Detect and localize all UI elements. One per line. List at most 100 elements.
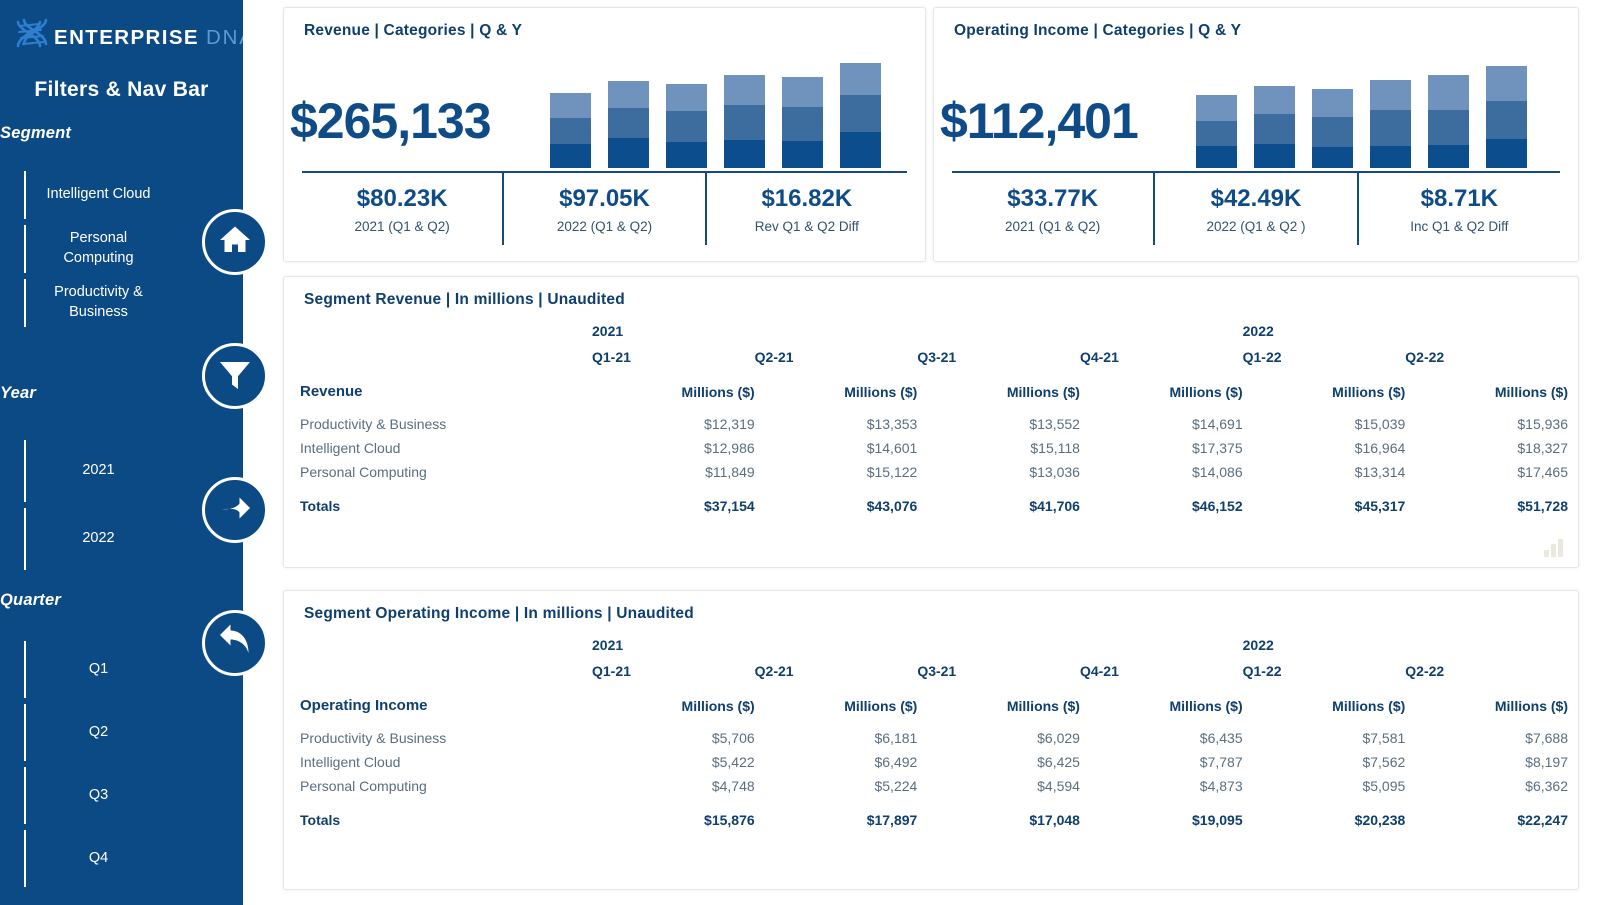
quarter-header[interactable]: Q2-21 [755, 663, 918, 697]
quarter-header[interactable]: Q1-21 [592, 663, 755, 697]
kpi-sub-2021[interactable]: $33.77K 2021 (Q1 & Q2) [952, 173, 1153, 245]
brand-name-primary: ENTERPRISE [54, 25, 199, 49]
bar-q1-22[interactable] [782, 77, 823, 168]
bar-seg-productivity [1312, 89, 1353, 117]
quarter-header[interactable]: Q1-22 [1243, 349, 1406, 383]
focus-mode-icon[interactable] [1544, 537, 1566, 557]
bar-q4-21[interactable] [1370, 80, 1411, 168]
quarter-slicer[interactable]: Q1 Q2 Q3 Q4 [24, 638, 169, 890]
slicer-item-label: Intelligent Cloud [46, 186, 151, 203]
table-row[interactable]: Intelligent Cloud $5,422 $6,492 $6,425 $… [292, 750, 1568, 774]
bar-q3-21[interactable] [1312, 89, 1353, 168]
cell: $14,601 [866, 440, 918, 456]
slicer-item-q2[interactable]: Q2 [24, 701, 169, 764]
revenue-stacked-bar-chart[interactable] [550, 40, 881, 168]
cell: $16,964 [1354, 440, 1406, 456]
slicer-item-intelligent-cloud[interactable]: Intelligent Cloud [24, 168, 169, 222]
kpi-sub-diff[interactable]: $16.82K Rev Q1 & Q2 Diff [704, 173, 907, 245]
slicer-item-2021[interactable]: 2021 [24, 437, 169, 505]
kpi-sub-value: $80.23K [356, 184, 448, 212]
quarter-header[interactable]: Q4-21 [1080, 663, 1243, 697]
slicer-item-q1[interactable]: Q1 [24, 638, 169, 701]
bar-seg-intelligent-cloud [1370, 109, 1411, 146]
kpi-card-operating-income: Operating Income | Categories | Q & Y $1… [933, 7, 1579, 262]
table-row[interactable]: Intelligent Cloud $12,986 $14,601 $15,11… [292, 436, 1568, 460]
unit-header: Millions ($) [1332, 697, 1406, 714]
cell: $13,552 [1029, 416, 1080, 432]
bar-q2-22[interactable] [840, 63, 881, 168]
table-row[interactable]: Productivity & Business $5,706 $6,181 $6… [292, 726, 1568, 750]
nav-filter-button[interactable] [202, 343, 268, 409]
kpi-sub-2022[interactable]: $97.05K 2022 (Q1 & Q2) [502, 173, 704, 245]
quarter-header[interactable]: Q4-21 [1080, 349, 1243, 383]
bar-seg-personal-computing [724, 139, 765, 168]
quarter-header[interactable]: Q2-22 [1405, 663, 1568, 697]
kpi-sub-label: Inc Q1 & Q2 Diff [1410, 218, 1509, 234]
spacer-cell [292, 323, 592, 349]
bar-q1-22[interactable] [1428, 75, 1469, 168]
kpi-sub-2021[interactable]: $80.23K 2021 (Q1 & Q2) [302, 173, 502, 245]
year-slicer[interactable]: 2021 2022 [24, 437, 169, 573]
kpi-sub-diff[interactable]: $8.71K Inc Q1 & Q2 Diff [1356, 173, 1560, 245]
total-cell: $37,154 [704, 498, 755, 514]
bar-seg-intelligent-cloud [1312, 116, 1353, 147]
quarter-header[interactable]: Q2-21 [755, 349, 918, 383]
nav-back-button[interactable] [202, 610, 268, 676]
kpi-sub-2022[interactable]: $42.49K 2022 (Q1 & Q2 ) [1153, 173, 1356, 245]
slicer-item-q3[interactable]: Q3 [24, 764, 169, 827]
slicer-item-q4[interactable]: Q4 [24, 827, 169, 890]
bar-q2-21[interactable] [608, 81, 649, 168]
bar-seg-personal-computing [840, 132, 881, 168]
segment-revenue-table[interactable]: 2021 2022 Q1-21 Q2-21 Q3-21 Q4-21 Q1-22 [292, 323, 1568, 514]
kpi-sub-value: $8.71K [1420, 184, 1499, 212]
spacer-cell [755, 637, 918, 663]
kpi-card-title: Operating Income | Categories | Q & Y [954, 22, 1242, 39]
nav-home-button[interactable] [202, 209, 268, 275]
table-quarter-header-row: Q1-21 Q2-21 Q3-21 Q4-21 Q1-22 Q2-22 [292, 663, 1568, 697]
filter-group-label-year: Year [0, 384, 36, 402]
bar-q1-21[interactable] [1196, 95, 1237, 168]
spacer-cell [917, 323, 1080, 349]
kpi-sub-value: $97.05K [559, 184, 650, 212]
bar-q1-21[interactable] [550, 93, 591, 168]
table-title: Segment Operating Income | In millions |… [304, 605, 694, 622]
total-cell: $20,238 [1354, 812, 1406, 828]
bar-seg-intelligent-cloud [840, 95, 881, 133]
bar-q4-21[interactable] [724, 75, 765, 168]
bar-q3-21[interactable] [666, 84, 707, 168]
table-unit-header-row: Operating Income Millions ($) Millions (… [292, 697, 1568, 726]
kpi-sub-label: 2021 (Q1 & Q2) [1005, 218, 1101, 234]
slicer-tick [24, 225, 26, 273]
unit-header: Millions ($) [1006, 383, 1080, 400]
quarter-header[interactable]: Q2-22 [1405, 349, 1568, 383]
table-row[interactable]: Personal Computing $4,748 $5,224 $4,594 … [292, 774, 1568, 798]
slicer-item-personal-computing[interactable]: Personal Computing [24, 222, 169, 276]
segment-operating-income-table[interactable]: 2021 2022 Q1-21 Q2-21 Q3-21 Q4-21 Q1-22 [292, 637, 1568, 828]
segment-slicer[interactable]: Intelligent Cloud Personal Computing Pro… [24, 168, 169, 330]
bar-q2-22[interactable] [1486, 66, 1527, 168]
table-row[interactable]: Personal Computing $11,849 $15,122 $13,0… [292, 460, 1568, 484]
slicer-item-productivity-business[interactable]: Productivity & Business [24, 276, 169, 330]
slicer-item-label: Q2 [88, 723, 109, 740]
quarter-header[interactable]: Q3-21 [917, 663, 1080, 697]
slicer-item-2022[interactable]: 2022 [24, 505, 169, 573]
table-row-header-label: Operating Income [300, 697, 428, 714]
cell: $6,492 [874, 754, 918, 770]
quarter-header[interactable]: Q3-21 [917, 349, 1080, 383]
filter-group-label-quarter: Quarter [0, 591, 62, 609]
cell: $7,562 [1362, 754, 1406, 770]
bar-seg-intelligent-cloud [1254, 114, 1295, 145]
operating-income-stacked-bar-chart[interactable] [1196, 40, 1527, 168]
nav-forward-button[interactable] [202, 477, 268, 543]
quarter-header[interactable]: Q1-21 [592, 349, 755, 383]
cell: $15,936 [1517, 416, 1568, 432]
cell: $7,787 [1199, 754, 1243, 770]
spacer-cell [292, 349, 592, 383]
bar-q2-21[interactable] [1254, 86, 1295, 168]
table-row[interactable]: Productivity & Business $12,319 $13,353 … [292, 412, 1568, 436]
bar-seg-intelligent-cloud [1486, 101, 1527, 139]
cell: $15,039 [1354, 416, 1406, 432]
quarter-header[interactable]: Q1-22 [1243, 663, 1406, 697]
kpi-card-title: Revenue | Categories | Q & Y [304, 22, 523, 39]
cell: $7,581 [1362, 730, 1406, 746]
